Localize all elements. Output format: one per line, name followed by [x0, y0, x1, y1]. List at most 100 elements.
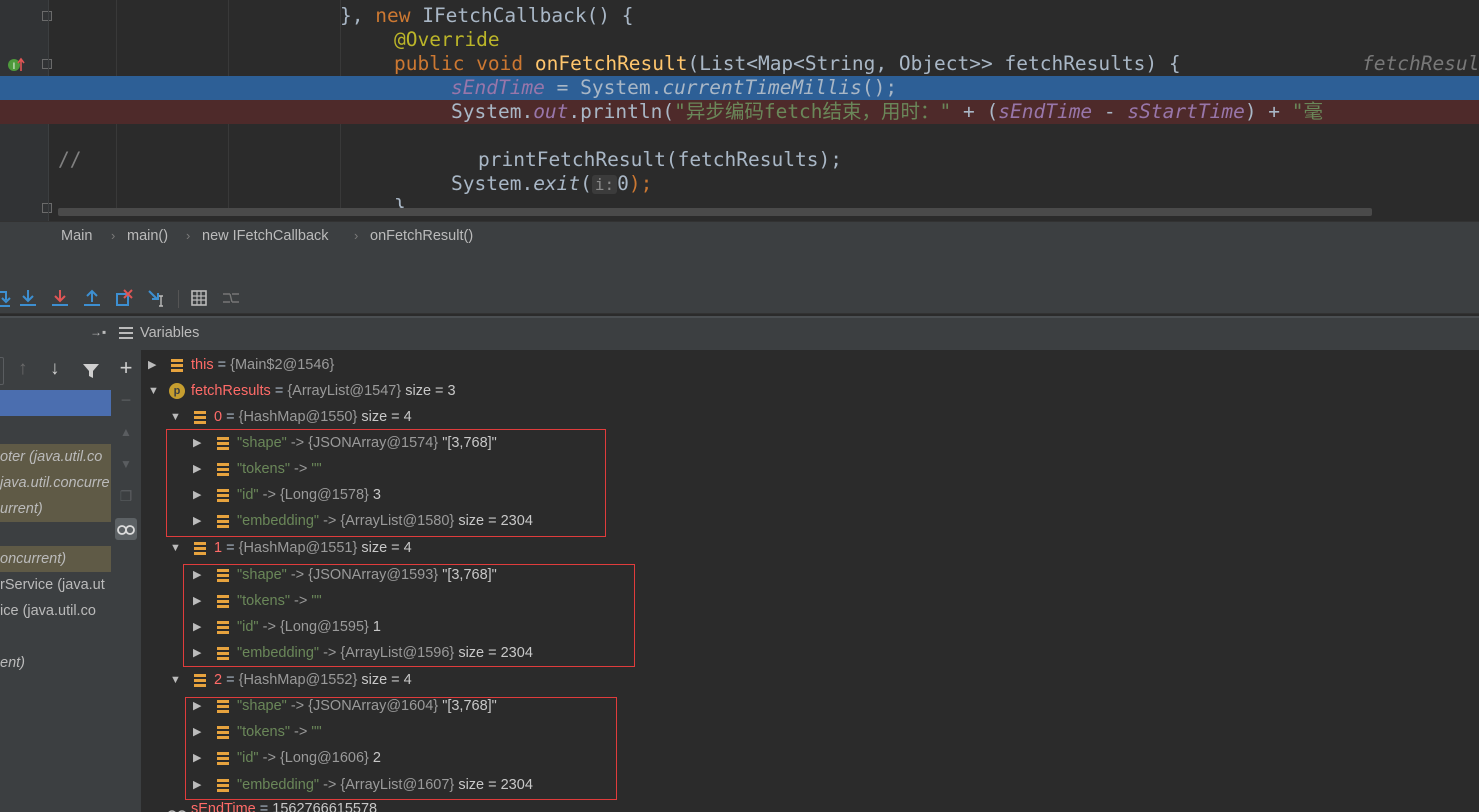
- tool-window-tabs: [0, 251, 1479, 283]
- run-to-cursor-icon[interactable]: [147, 288, 167, 308]
- inline-debug-hint: fetchResul: [1362, 52, 1479, 75]
- remove-watch-icon[interactable]: −: [115, 389, 137, 411]
- variable-name: fetchResults: [191, 383, 271, 399]
- variables-title: Variables: [140, 325, 200, 341]
- debug-toolbar: [0, 283, 1479, 314]
- code-method: currentTimeMillis: [662, 76, 862, 99]
- code-text: System.: [451, 172, 534, 195]
- code-text: IFetchCallback() {: [422, 4, 634, 27]
- horizontal-scrollbar[interactable]: [58, 208, 1372, 216]
- variable-value: {HashMap@1551}: [238, 540, 358, 556]
- breadcrumb-item[interactable]: main(): [127, 228, 168, 244]
- frames-search-box[interactable]: [0, 357, 4, 385]
- glasses-icon[interactable]: [115, 518, 137, 540]
- tree-row-item-1[interactable]: ▼ 1 = {HashMap@1551} size = 4: [141, 535, 1479, 561]
- frames-panel-header: →▪: [0, 318, 111, 350]
- collapse-arrow-icon[interactable]: ▼: [170, 667, 181, 693]
- frame-item[interactable]: rService (java.ut: [0, 572, 111, 598]
- add-watch-icon[interactable]: +: [115, 357, 137, 379]
- step-into-icon[interactable]: [18, 288, 38, 308]
- breadcrumb-item[interactable]: new IFetchCallback: [202, 228, 329, 244]
- selected-frame[interactable]: [0, 390, 111, 416]
- code-editor[interactable]: I }, new IFetchCallback() { @Override pu…: [0, 0, 1479, 221]
- equals-sign: =: [255, 801, 273, 812]
- highlight-box: [183, 564, 635, 667]
- step-out-icon[interactable]: [82, 288, 102, 308]
- code-keyword: public void: [394, 52, 535, 75]
- code-text: = System.: [544, 76, 663, 99]
- move-down-icon[interactable]: ▼: [115, 453, 137, 475]
- parameter-hint: i:: [591, 175, 618, 194]
- expand-arrow-icon[interactable]: ▶: [148, 352, 156, 378]
- frame-item[interactable]: ice (java.util.co: [0, 598, 111, 624]
- frame-item[interactable]: ent): [0, 650, 111, 676]
- breadcrumb-item[interactable]: onFetchResult(): [370, 228, 473, 244]
- copy-icon[interactable]: ❐: [115, 485, 137, 507]
- step-over-icon[interactable]: [0, 288, 12, 308]
- chevron-right-icon: ›: [186, 228, 191, 243]
- trace-icon[interactable]: [221, 288, 241, 308]
- frame-item[interactable]: java.util.concurre: [0, 470, 111, 496]
- method-name: onFetchResult: [534, 52, 688, 75]
- frame-item[interactable]: oncurrent): [0, 546, 111, 572]
- evaluate-expression-icon[interactable]: [189, 288, 209, 308]
- variable-name: this: [191, 357, 214, 373]
- code-field: sEndTime: [451, 76, 545, 99]
- code-annotation: @Override: [394, 28, 500, 51]
- variable-name: 1: [214, 540, 223, 556]
- frame-item[interactable]: urrent): [0, 496, 111, 522]
- breadcrumb: Main › main() › new IFetchCallback › onF…: [0, 221, 1479, 252]
- parameter-icon: p: [169, 383, 185, 399]
- variable-value: {HashMap@1550}: [238, 409, 358, 425]
- code-line[interactable]: }, new IFetchCallback() {: [0, 4, 1479, 28]
- variable-value: {HashMap@1552}: [238, 672, 358, 688]
- code-text: printFetchResult(fetchResults);: [478, 148, 842, 171]
- collapse-arrow-icon[interactable]: ▼: [170, 535, 181, 561]
- watch-glasses-icon: [167, 804, 187, 812]
- tree-row-item-0[interactable]: ▼ 0 = {HashMap@1550} size = 4: [141, 404, 1479, 430]
- code-comment: //: [58, 148, 82, 171]
- filter-icon[interactable]: [82, 362, 100, 380]
- variables-menu-icon: [119, 326, 133, 340]
- force-step-into-icon[interactable]: [50, 288, 70, 308]
- tree-row-this[interactable]: ▶ this = {Main$2@1546}: [141, 352, 1479, 378]
- equals-sign: =: [270, 383, 288, 399]
- code-text: 0: [617, 172, 629, 195]
- code-string: "毫: [1291, 100, 1324, 123]
- restore-layout-icon[interactable]: →▪: [90, 325, 106, 339]
- code-text: -: [1092, 100, 1128, 123]
- code-line[interactable]: // printFetchResult(fetchResults);: [0, 148, 1479, 172]
- drop-frame-icon[interactable]: [114, 288, 134, 308]
- code-field: out: [533, 100, 569, 123]
- code-text: .println(: [568, 100, 675, 123]
- tree-row-sendtime[interactable]: sEndTime = 1562766615578: [141, 796, 1479, 812]
- code-field: sStartTime: [1127, 100, 1245, 123]
- code-keyword: new: [375, 4, 423, 27]
- highlight-box: [185, 697, 617, 800]
- variable-size: size = 4: [361, 409, 412, 425]
- tree-row-item-2[interactable]: ▼ 2 = {HashMap@1552} size = 4: [141, 667, 1479, 693]
- variables-panel-header: Variables: [111, 318, 1479, 350]
- code-method: exit: [533, 172, 581, 195]
- frame-item[interactable]: oter (java.util.co: [0, 444, 111, 470]
- code-text: ();: [861, 76, 898, 99]
- frames-panel: ↑ ↓ oter (java.util.co java.util.concurr…: [0, 350, 112, 812]
- current-execution-line[interactable]: sEndTime = System.currentTimeMillis();: [0, 76, 1479, 100]
- breadcrumb-item[interactable]: Main: [61, 228, 92, 244]
- variable-name: sEndTime: [191, 801, 256, 812]
- down-arrow-icon[interactable]: ↓: [50, 358, 60, 380]
- code-line[interactable]: System.exit(i: 0);: [0, 172, 1479, 196]
- variable-value: {ArrayList@1547}: [287, 383, 402, 399]
- code-line[interactable]: public void onFetchResult(List<Map<Strin…: [0, 52, 1479, 76]
- code-line[interactable]: @Override: [0, 28, 1479, 52]
- code-string: "异步编码fetch结束，用时：": [674, 100, 952, 123]
- collapse-arrow-icon[interactable]: ▼: [148, 378, 159, 404]
- move-up-icon[interactable]: ▲: [115, 421, 137, 443]
- breakpoint-line[interactable]: System.out.println("异步编码fetch结束，用时：" + (…: [0, 100, 1479, 124]
- variable-name: 2: [214, 672, 223, 688]
- collapse-arrow-icon[interactable]: ▼: [170, 404, 181, 430]
- tree-row-fetchresults[interactable]: ▼ p fetchResults = {ArrayList@1547} size…: [141, 378, 1479, 404]
- variables-tree[interactable]: ▶ this = {Main$2@1546} ▼ p fetchResults …: [141, 350, 1479, 812]
- up-arrow-icon[interactable]: ↑: [18, 358, 28, 380]
- code-text: },: [340, 4, 376, 27]
